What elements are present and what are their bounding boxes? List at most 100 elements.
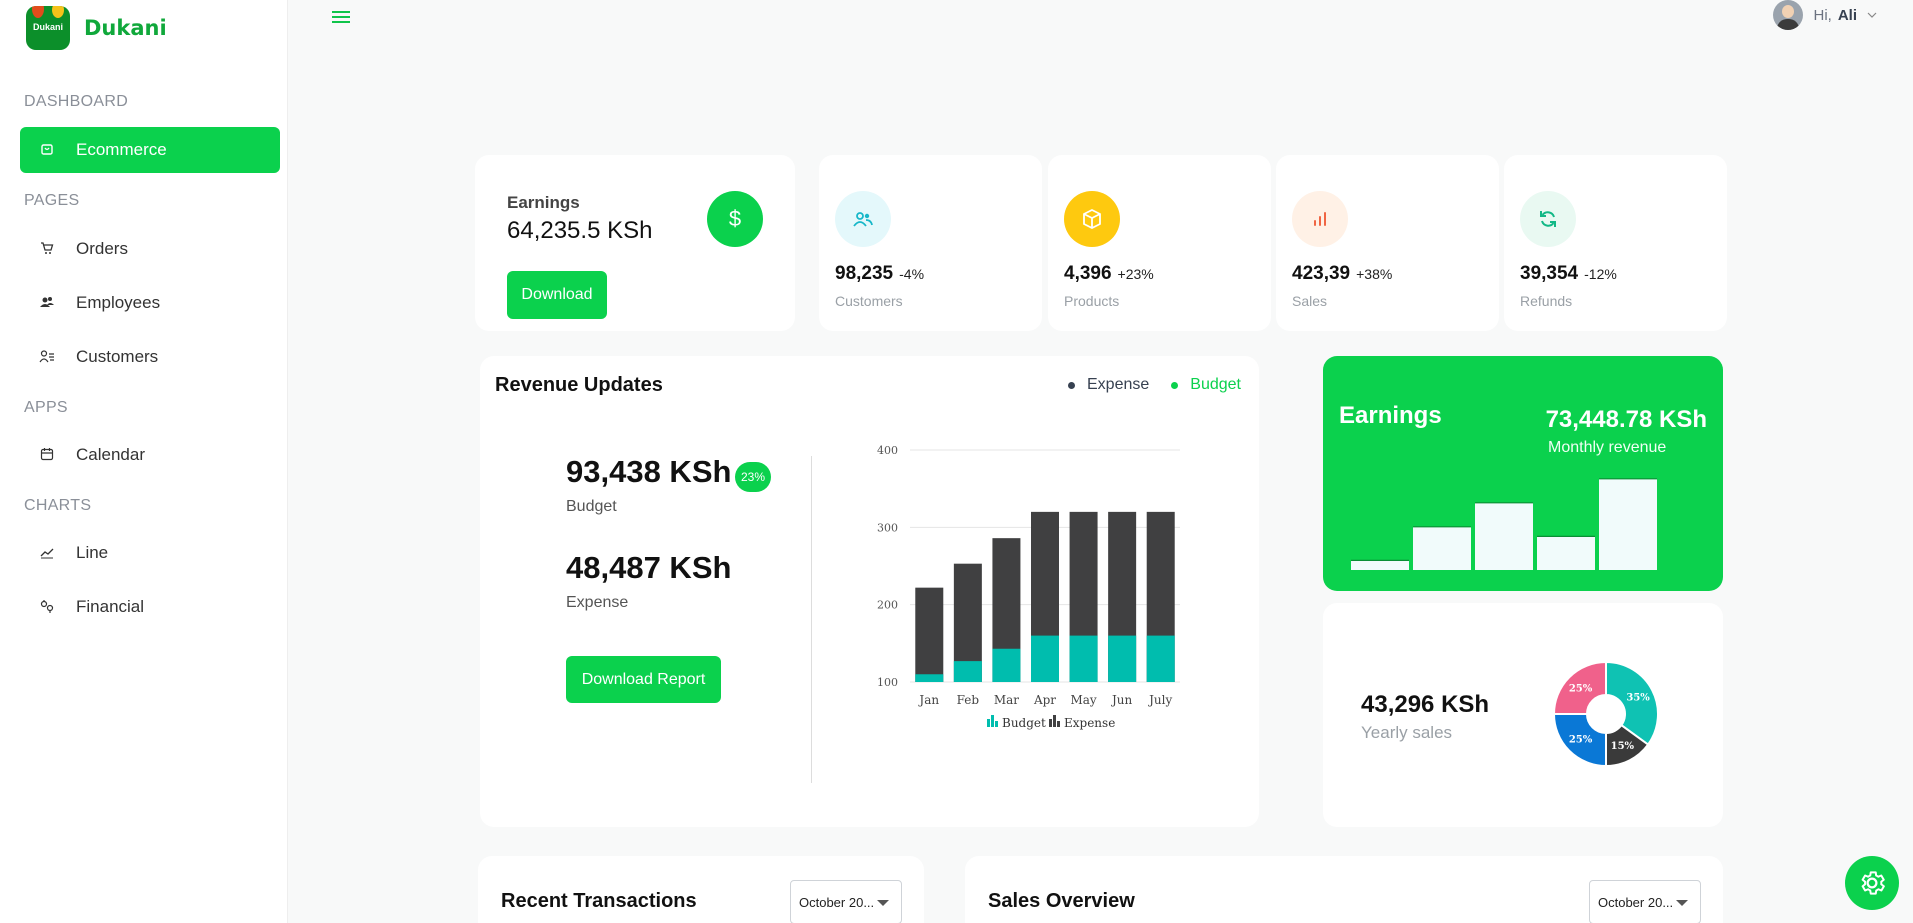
sidebar-item-label: Orders [76,239,128,258]
legend-budget: Budget [1190,376,1241,393]
stat-value-sales: 423,39 +38% [1292,263,1392,285]
legend-bar-icon [1049,719,1052,727]
stat-label: Products [1064,293,1120,309]
user-menu[interactable]: Hi, Ali [1773,0,1877,30]
x-tick-label: Jan [917,693,939,707]
stat-value: 423,39 [1292,263,1351,284]
bar-budget-july [1146,635,1175,682]
user-name: Ali [1837,6,1857,24]
earnings-card: Earnings 64,235.5 KSh $ Download [475,155,795,331]
bar-chart-icon [1292,191,1348,247]
y-tick-label: 400 [877,444,898,457]
sidebar-item-line[interactable]: Line [20,530,280,576]
stat-label: Customers [835,293,903,309]
sales-overview-month-select[interactable]: October 20... [1589,880,1701,923]
budget-value: 93,438 KSh [566,454,732,489]
donut-slice-label: 35% [1626,693,1650,704]
user-list-icon [36,349,58,366]
sidebar-item-employees[interactable]: Employees [20,280,280,326]
revenue-bar-chart: 100 200 300 400 Jan Feb Mar Apr May Jun July Budget… [877,444,1180,730]
sidebar: Dukani Dukani DASHBOARD Ecommerce PAGES … [0,0,288,923]
users-group-icon [36,295,58,312]
logo-badge-icon: Dukani [26,6,70,50]
cart-icon [36,241,58,258]
bar-budget-jun [1108,635,1137,682]
brand-name: Dukani [84,16,167,40]
yearly-amount: 43,296 KSh [1361,691,1490,718]
avatar [1773,0,1804,30]
monthly-bar [1599,478,1657,570]
sidebar-item-label: Customers [76,347,159,366]
divider [811,456,812,783]
revenue-title: Revenue Updates [495,374,663,396]
monthly-amount: 73,448.78 KSh [1545,406,1707,433]
settings-button[interactable] [1845,856,1899,910]
y-tick-label: 100 [877,676,898,689]
menu-toggle-icon[interactable] [332,8,350,26]
legend-bar-icon [1057,721,1060,727]
monthly-title: Earnings [1339,402,1442,429]
budget-label: Budget [566,498,617,515]
sidebar-item-ecommerce[interactable]: Ecommerce [20,127,280,173]
yearly-donut-chart: 35% 15% 25% 25% [1552,660,1659,768]
stat-card-refunds: 39,354 -12% Refunds [1504,155,1727,331]
stat-value: 39,354 [1520,263,1579,284]
nav-section-apps: APPS [24,399,68,416]
nav-section-charts: CHARTS [24,497,92,514]
sales-overview-card: Sales Overview October 20... [965,856,1723,923]
earnings-amount: 64,235.5 KSh [507,217,653,244]
x-tick-label: July [1147,693,1172,707]
x-tick-label: Apr [1033,693,1056,707]
sales-overview-title: Sales Overview [988,890,1135,912]
monthly-bar [1413,526,1471,570]
legend-label: Expense [1064,716,1115,730]
monthly-bar [1475,502,1533,570]
download-report-button[interactable]: Download Report [566,656,721,703]
greeting-text: Hi, [1813,6,1832,24]
y-tick-label: 300 [877,521,898,534]
yearly-sales-card: 43,296 KSh Yearly sales 35% 15% 25% 25% [1323,603,1723,827]
legend-item-expense: Expense [1049,715,1115,730]
x-tick-label: May [1070,693,1096,707]
nav-section-pages: PAGES [24,192,80,209]
bar-expense-jan [915,587,944,682]
monthly-subtitle: Monthly revenue [1548,439,1667,456]
legend-bar-icon [987,719,990,727]
sidebar-item-orders[interactable]: Orders [20,226,280,272]
stat-change: +23% [1117,266,1154,282]
bar-budget-jan [915,674,944,682]
stat-change: -12% [1584,266,1617,282]
recent-transactions-card: Recent Transactions October 20... [478,856,924,923]
sidebar-item-label: Line [76,543,109,562]
stat-card-sales: 423,39 +38% Sales [1276,155,1499,331]
stat-value-refunds: 39,354 -12% [1520,263,1617,285]
shopping-bag-icon [36,142,58,159]
stat-change: +38% [1356,266,1393,282]
legend-item-budget: Budget [987,715,1046,730]
donut-slice-label: 15% [1611,741,1635,752]
stat-card-customers: 98,235 -4% Customers [819,155,1042,331]
legend-bar-icon [995,721,998,727]
logo-badge-text: Dukani [32,22,63,32]
bar-budget-feb [953,661,982,682]
sidebar-item-label: Employees [76,293,161,312]
nav-section-dashboard: DASHBOARD [24,93,129,110]
legend-dot-icon [1068,381,1075,389]
legend-bar-icon [1053,715,1056,727]
stat-value: 4,396 [1064,263,1112,284]
sidebar-item-label: Ecommerce [76,140,167,159]
legend-expense: Expense [1087,376,1150,393]
sidebar-item-label: Financial [76,597,145,616]
revenue-updates-card: Revenue Updates Expense Budget 93,438 KS… [480,356,1259,827]
download-button[interactable]: Download [507,271,607,319]
earnings-title: Earnings [507,193,580,212]
sidebar-item-financial[interactable]: Financial [20,584,280,630]
sidebar-item-calendar[interactable]: Calendar [20,432,280,478]
sidebar-item-customers[interactable]: Customers [20,334,280,380]
transactions-month-select[interactable]: October 20... [790,880,902,923]
legend-dot-icon [1171,381,1179,389]
donut-slice-label: 25% [1569,734,1593,745]
brand-logo[interactable]: Dukani Dukani [26,6,167,50]
revenue-legend: Expense Budget [1068,376,1241,394]
stat-value: 98,235 [835,263,894,284]
